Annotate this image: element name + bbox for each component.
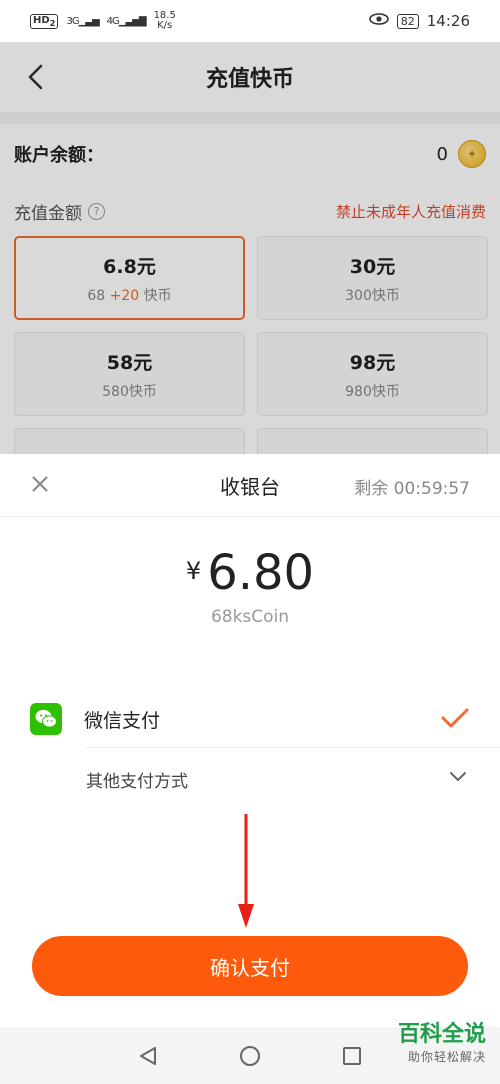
chevron-down-icon: [450, 772, 466, 781]
annotation-arrow-icon: [238, 814, 254, 928]
watermark-subtitle: 助你轻松解决: [407, 1050, 486, 1064]
cashier-header: 收银台 剩余 00:59:57: [0, 454, 500, 517]
triangle-back-icon: [140, 1046, 156, 1065]
other-methods-label: 其他支付方式: [86, 771, 188, 792]
clock: 14:26: [426, 12, 470, 30]
nav-back-button[interactable]: [137, 1045, 159, 1067]
wechat-icon: [30, 703, 62, 735]
price-value: 6.80: [207, 545, 315, 601]
modal-overlay[interactable]: [0, 42, 500, 454]
watermark-title: 百科全说: [397, 1022, 486, 1047]
signal-3g-icon: 3G▁▃▅: [66, 15, 99, 27]
nav-recent-button[interactable]: [341, 1045, 363, 1067]
battery-icon: 82: [396, 13, 419, 29]
hd-indicator: HD2: [30, 13, 59, 29]
countdown-timer: 剩余 00:59:57: [354, 479, 470, 499]
cashier-title: 收银台: [220, 474, 280, 499]
check-icon: [441, 708, 469, 728]
eye-icon: [368, 12, 389, 30]
signal-4g-icon: 4G▁▃▅▇: [106, 15, 147, 27]
watermark: 百科全说 助你轻松解决: [370, 1022, 486, 1078]
nav-home-button[interactable]: [239, 1045, 261, 1067]
pay-amount: ¥6.80: [0, 545, 500, 601]
payment-option-wechat[interactable]: 微信支付: [0, 691, 500, 747]
close-icon: [32, 476, 48, 492]
status-bar: HD2 3G▁▃▅ 4G▁▃▅▇ 18.5 K/s 82 14:26: [0, 0, 500, 42]
circle-home-icon: [240, 1045, 260, 1066]
other-payment-methods[interactable]: 其他支付方式: [0, 748, 500, 810]
square-recent-icon: [343, 1046, 361, 1065]
payment-label: 微信支付: [84, 709, 161, 732]
close-button[interactable]: [28, 472, 52, 496]
confirm-payment-button[interactable]: 确认支付: [32, 936, 468, 996]
status-left: HD2 3G▁▃▅ 4G▁▃▅▇ 18.5 K/s: [30, 11, 176, 31]
status-right: 82 14:26: [368, 12, 470, 30]
price-subtitle: 68ksCoin: [210, 607, 290, 627]
network-speed: 18.5 K/s: [153, 10, 176, 31]
currency-symbol: ¥: [185, 557, 202, 585]
